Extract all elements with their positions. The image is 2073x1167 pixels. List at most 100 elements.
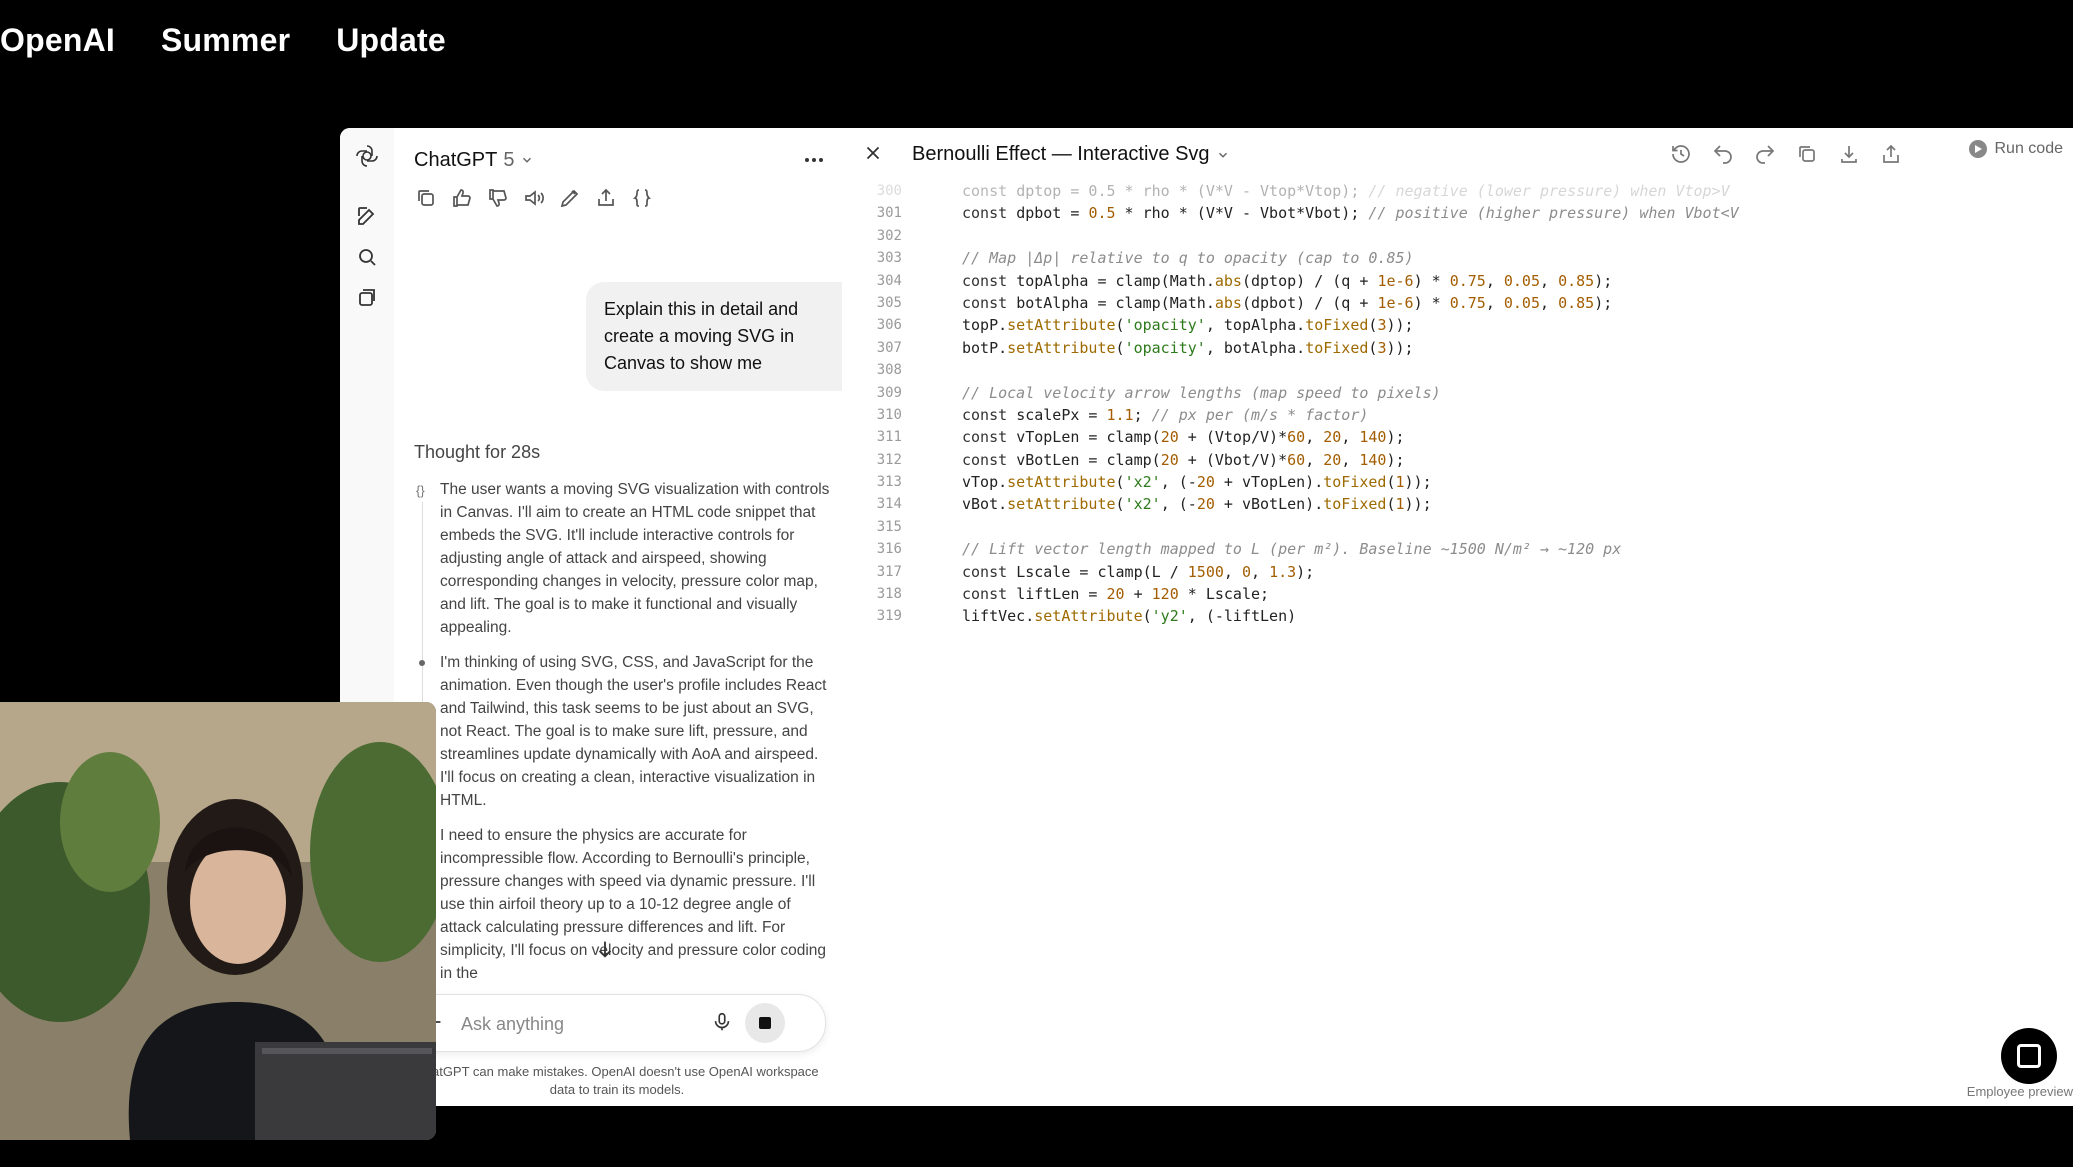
code-line[interactable]: 301 const dpbot = 0.5 * rho * (V*V - Vbot… (842, 202, 2073, 224)
code-token: const (962, 585, 1017, 604)
code-text: const vBotLen = clamp(20 + (Vbot/V)*60, … (962, 449, 1405, 471)
code-token: )); (1386, 338, 1414, 357)
line-number: 314 (876, 496, 902, 513)
line-number: 318 (876, 586, 902, 603)
code-token: scalePx = (1016, 405, 1107, 424)
code-token: + vBotLen). (1214, 495, 1324, 514)
code-token: ; (1133, 405, 1152, 424)
code-token: const (962, 204, 1017, 223)
code-token: setAttribute (1007, 473, 1116, 492)
code-token: ( (1142, 607, 1152, 626)
thumbs-up-icon[interactable] (450, 186, 474, 210)
line-number: 305 (876, 294, 902, 311)
code-line[interactable]: 309 // Local velocity arrow lengths (map … (842, 382, 2073, 404)
code-line[interactable]: 314 vBot.setAttribute('x2', (-20 + vBotLe… (842, 493, 2073, 515)
code-token: + (Vbot/V)* (1178, 450, 1288, 469)
library-icon[interactable] (355, 286, 379, 310)
canvas-title[interactable]: Bernoulli Effect — Interactive Svg (912, 143, 1230, 166)
new-chat-icon[interactable] (355, 204, 379, 228)
video-title-banner: OpenAI Summer Update (0, 22, 446, 72)
code-line[interactable]: 308 (842, 359, 2073, 381)
scroll-down-arrow-icon[interactable] (594, 938, 616, 960)
code-text: const dptop = 0.5 * rho * (V*V - Vtop*Vt… (962, 180, 1730, 202)
code-text: vTop.setAttribute('x2', (-20 + vTopLen).… (962, 471, 1432, 493)
code-token: const (962, 405, 1017, 424)
code-line[interactable]: 315 (842, 516, 2073, 538)
code-line[interactable]: 312 const vBotLen = clamp(20 + (Vbot/V)*6… (842, 449, 2073, 471)
code-line[interactable]: 318 const liftLen = 20 + 120 * Lscale; (842, 583, 2073, 605)
code-token: 0.5 (1088, 204, 1116, 223)
code-token: ( (1115, 338, 1125, 357)
code-token: botAlpha = clamp(Math. (1016, 293, 1215, 312)
chevron-down-icon (523, 157, 532, 163)
code-token: botP. (962, 338, 1008, 357)
code-line[interactable]: 303 // Map |Δp| relative to q to opacity … (842, 247, 2073, 269)
line-number: 304 (876, 272, 902, 289)
code-token: , (1540, 293, 1559, 312)
code-line[interactable]: 304 const topAlpha = clamp(Math.abs(dptop… (842, 270, 2073, 292)
thumbs-down-icon[interactable] (486, 186, 510, 210)
code-token: 1.3 (1269, 562, 1297, 581)
read-aloud-icon[interactable] (522, 186, 546, 210)
search-icon[interactable] (355, 245, 379, 269)
code-token: dptop = 0.5 * rho * (V*V - Vtop*Vtop); (1016, 182, 1369, 200)
thought-duration[interactable]: Thought for 28s (414, 442, 540, 463)
edit-icon[interactable] (558, 186, 582, 210)
share-icon[interactable] (1879, 142, 1903, 166)
chat-panel: ChatGPT 5 Explain this in detail and crea… (394, 128, 858, 1106)
close-icon[interactable] (862, 142, 884, 164)
code-line[interactable]: 307 botP.setAttribute('opacity', botAlpha… (842, 337, 2073, 359)
microphone-icon[interactable] (711, 1011, 733, 1033)
code-token: 1.1 (1106, 405, 1134, 424)
thought-step: I need to ensure the physics are accurat… (440, 827, 827, 982)
code-line[interactable]: 306 topP.setAttribute('opacity', topAlpha… (842, 314, 2073, 336)
code-token: Lscale = clamp(L / (1016, 562, 1188, 581)
code-editor[interactable]: 300 const dptop = 0.5 * rho * (V*V - Vtop… (842, 180, 2073, 628)
code-token: 1 (1395, 473, 1405, 492)
code-token: , (- (1160, 473, 1197, 492)
code-token: // px per (m/s * factor) (1151, 405, 1369, 424)
code-token: * Lscale; (1178, 585, 1270, 604)
code-token: 'x2' (1124, 495, 1161, 514)
code-line[interactable]: 317 const Lscale = clamp(L / 1500, 0, 1.3… (842, 561, 2073, 583)
code-token: 0.05 (1503, 293, 1540, 312)
code-token: , (1223, 562, 1242, 581)
employee-preview-label: Employee preview (1966, 1084, 2073, 1099)
code-token: // negative (lower pressure) when Vtop>V (1368, 182, 1730, 200)
code-icon[interactable] (630, 186, 654, 210)
model-switcher[interactable]: ChatGPT 5 (414, 142, 534, 178)
code-line[interactable]: 305 const botAlpha = clamp(Math.abs(dpbot… (842, 292, 2073, 314)
code-line[interactable]: 302 (842, 225, 2073, 247)
code-token: ( (1386, 473, 1396, 492)
more-options-icon[interactable] (802, 148, 826, 172)
run-code-button[interactable]: Run code (1968, 140, 2063, 158)
history-icon[interactable] (1669, 142, 1693, 166)
copy-icon[interactable] (414, 186, 438, 210)
code-line[interactable]: 311 const vTopLen = clamp(20 + (Vtop/V)*6… (842, 426, 2073, 448)
openai-logo-icon[interactable] (355, 144, 379, 168)
code-line[interactable]: 310 const scalePx = 1.1; // px per (m/s *… (842, 404, 2073, 426)
code-line[interactable]: 300 const dptop = 0.5 * rho * (V*V - Vtop… (842, 180, 2073, 202)
code-token: 1e-6 (1377, 271, 1414, 290)
redo-icon[interactable] (1753, 142, 1777, 166)
code-token: // Lift vector length mapped to L (per m… (962, 540, 1622, 559)
code-token: 'y2' (1151, 607, 1188, 626)
share-icon[interactable] (594, 186, 618, 210)
code-token: dpbot = (1016, 204, 1089, 223)
download-icon[interactable] (1837, 142, 1861, 166)
copy-icon[interactable] (1795, 142, 1819, 166)
code-token: const (962, 293, 1017, 312)
code-line[interactable]: 313 vTop.setAttribute('x2', (-20 + vTopLe… (842, 471, 2073, 493)
stop-generating-button[interactable] (745, 1003, 785, 1043)
code-text: const dpbot = 0.5 * rho * (V*V - Vbot*Vb… (962, 202, 1739, 224)
code-line[interactable]: 319 liftVec.setAttribute('y2', (-liftLen) (842, 605, 2073, 627)
ask-anything-input[interactable] (459, 1009, 703, 1039)
stop-button[interactable] (2001, 1028, 2057, 1084)
code-token: ); (1594, 293, 1613, 312)
code-token: + (Vtop/V)* (1178, 428, 1288, 447)
chevron-down-icon (1218, 152, 1227, 158)
code-token: , (1341, 450, 1360, 469)
undo-icon[interactable] (1711, 142, 1735, 166)
code-line[interactable]: 316 // Lift vector length mapped to L (pe… (842, 538, 2073, 560)
code-token: , topAlpha. (1205, 316, 1306, 335)
